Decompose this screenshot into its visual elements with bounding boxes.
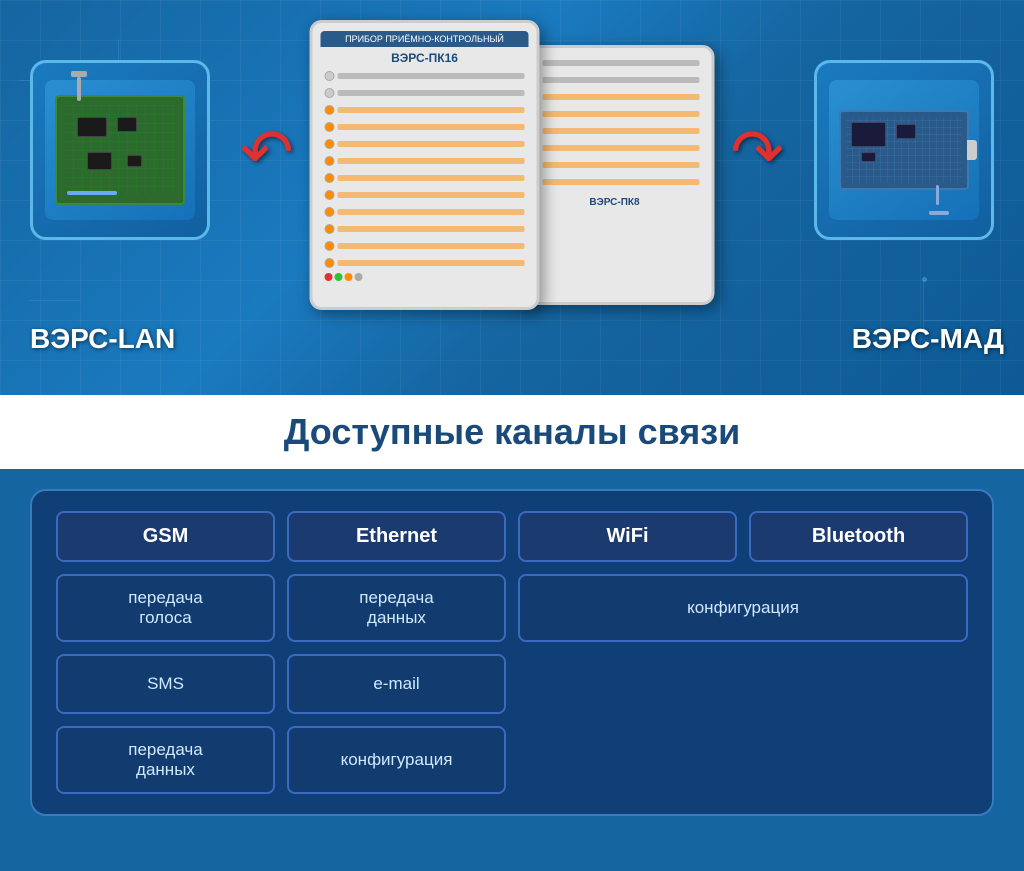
right-device-box	[814, 60, 994, 240]
bluetooth-empty-2	[749, 726, 968, 794]
channel-header-ethernet: Ethernet	[287, 511, 506, 562]
control-panel-2: ВЭРС-ПК8	[515, 45, 715, 305]
left-device-label: ВЭРС-LAN	[30, 323, 175, 355]
channel-header-bluetooth: Bluetooth	[749, 511, 968, 562]
wifi-empty-1	[518, 654, 737, 714]
ethernet-item-2: e-mail	[287, 654, 506, 714]
connector-icon	[967, 140, 977, 160]
main-layout: ↶ ПРИБОР ПРИЁМНО-КОНТРОЛЬНЫЙ ВЭРС-ПК16	[0, 0, 1024, 871]
gsm-item-1: передачаголоса	[56, 574, 275, 642]
channel-header-wifi: WiFi	[518, 511, 737, 562]
wifi-bluetooth-item-1: конфигурация	[518, 574, 968, 642]
panel1-header: ПРИБОР ПРИЁМНО-КОНТРОЛЬНЫЙ	[321, 31, 529, 47]
panel1-title: ВЭРС-ПК16	[391, 51, 458, 65]
section-title: Доступные каналы связи	[284, 411, 741, 453]
antenna-icon	[77, 77, 81, 101]
channel-card: GSM Ethernet WiFi Bluetooth передачаголо…	[30, 489, 994, 816]
wifi-empty-2	[518, 726, 737, 794]
control-panels: ПРИБОР ПРИЁМНО-КОНТРОЛЬНЫЙ ВЭРС-ПК16	[310, 20, 715, 310]
control-panel-1: ПРИБОР ПРИЁМНО-КОНТРОЛЬНЫЙ ВЭРС-ПК16	[310, 20, 540, 310]
top-section: ↶ ПРИБОР ПРИЁМНО-КОНТРОЛЬНЫЙ ВЭРС-ПК16	[0, 0, 1024, 395]
left-device-box	[30, 60, 210, 240]
lan-pcb	[55, 95, 185, 205]
right-arrow: ↷	[730, 120, 784, 184]
ethernet-item-3: конфигурация	[287, 726, 506, 794]
gsm-item-3: передачаданных	[56, 726, 275, 794]
right-device-label: ВЭРС-МАД	[852, 323, 1004, 355]
bluetooth-empty-1	[749, 654, 968, 714]
mad-device-box	[814, 60, 994, 240]
bottom-section: GSM Ethernet WiFi Bluetooth передачаголо…	[0, 469, 1024, 871]
left-arrow: ↶	[240, 120, 294, 184]
gsm-item-2: SMS	[56, 654, 275, 714]
channel-header-gsm: GSM	[56, 511, 275, 562]
title-section: Доступные каналы связи	[0, 395, 1024, 469]
mad-pcb	[839, 110, 969, 190]
ethernet-item-1: передачаданных	[287, 574, 506, 642]
lan-device-box	[30, 60, 210, 240]
panel2-title: ВЭРС-ПК8	[589, 197, 639, 208]
